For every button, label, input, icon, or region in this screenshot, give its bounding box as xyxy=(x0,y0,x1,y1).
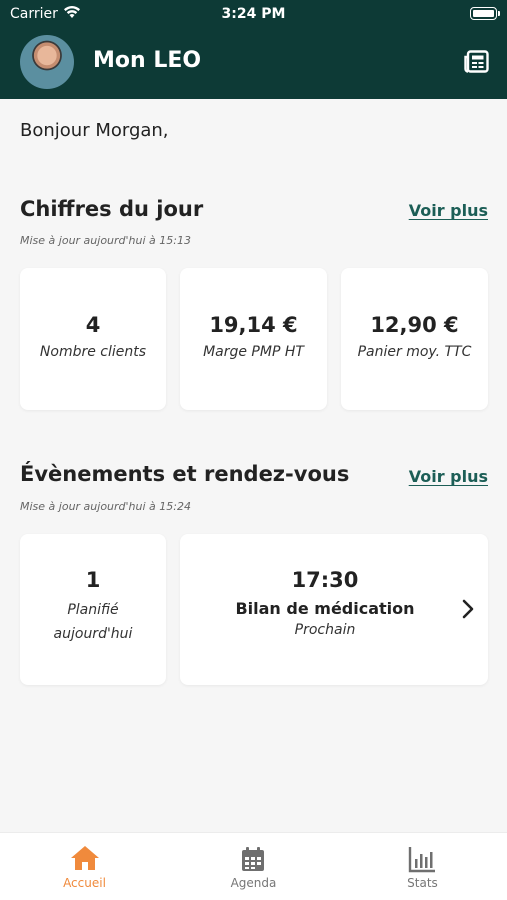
home-icon xyxy=(71,846,99,870)
stat-value: 19,14 € xyxy=(209,313,298,337)
next-event-time: 17:30 xyxy=(291,568,359,592)
event-card-planned[interactable]: 1 Planifié aujourd'hui xyxy=(20,534,166,685)
planned-label-line2: aujourd'hui xyxy=(53,626,133,642)
event-card-next[interactable]: 17:30 Bilan de médication Prochain xyxy=(180,534,488,685)
greeting-text: Bonjour Morgan, xyxy=(20,120,169,141)
tab-accueil[interactable]: Accueil xyxy=(0,833,169,900)
calendar-icon xyxy=(242,847,264,871)
voir-plus-chiffres-link[interactable]: Voir plus xyxy=(409,201,488,220)
stat-label: Nombre clients xyxy=(39,344,147,360)
stat-card-clients[interactable]: 4 Nombre clients xyxy=(20,268,166,410)
status-bar: Carrier 3:24 PM xyxy=(0,0,507,30)
tab-agenda[interactable]: Agenda xyxy=(169,833,338,900)
planned-count: 1 xyxy=(85,568,101,592)
tab-bar: Accueil Agenda Stats xyxy=(0,832,507,900)
evenements-updated-text: Mise à jour aujourd'hui à 15:24 xyxy=(20,500,191,513)
stat-value: 4 xyxy=(85,313,101,337)
chevron-right-icon[interactable] xyxy=(462,599,474,619)
stat-label: Marge PMP HT xyxy=(203,344,304,360)
next-event-label: Prochain xyxy=(294,622,356,638)
stat-card-marge[interactable]: 19,14 € Marge PMP HT xyxy=(180,268,327,410)
tab-stats[interactable]: Stats xyxy=(338,833,507,900)
page-title: Mon LEO xyxy=(93,48,202,73)
stats-icon xyxy=(408,847,435,873)
tab-label: Stats xyxy=(407,876,438,890)
tab-label: Accueil xyxy=(63,876,106,890)
stat-label: Panier moy. TTC xyxy=(357,344,472,360)
section-title-evenements: Évènements et rendez-vous xyxy=(20,462,350,486)
avatar[interactable] xyxy=(20,35,74,89)
battery-icon xyxy=(470,7,500,20)
status-time: 3:24 PM xyxy=(221,6,286,22)
section-title-chiffres: Chiffres du jour xyxy=(20,197,204,221)
planned-label-line1: Planifié xyxy=(67,602,119,618)
stat-value: 12,90 € xyxy=(370,313,459,337)
app-header: Carrier 3:24 PM Mon LEO xyxy=(0,0,507,99)
next-event-title: Bilan de médication xyxy=(235,599,415,618)
stat-card-panier[interactable]: 12,90 € Panier moy. TTC xyxy=(341,268,488,410)
tab-label: Agenda xyxy=(230,876,277,890)
voir-plus-evenements-link[interactable]: Voir plus xyxy=(409,467,488,486)
newspaper-icon[interactable] xyxy=(464,50,489,73)
chiffres-updated-text: Mise à jour aujourd'hui à 15:13 xyxy=(20,234,191,247)
